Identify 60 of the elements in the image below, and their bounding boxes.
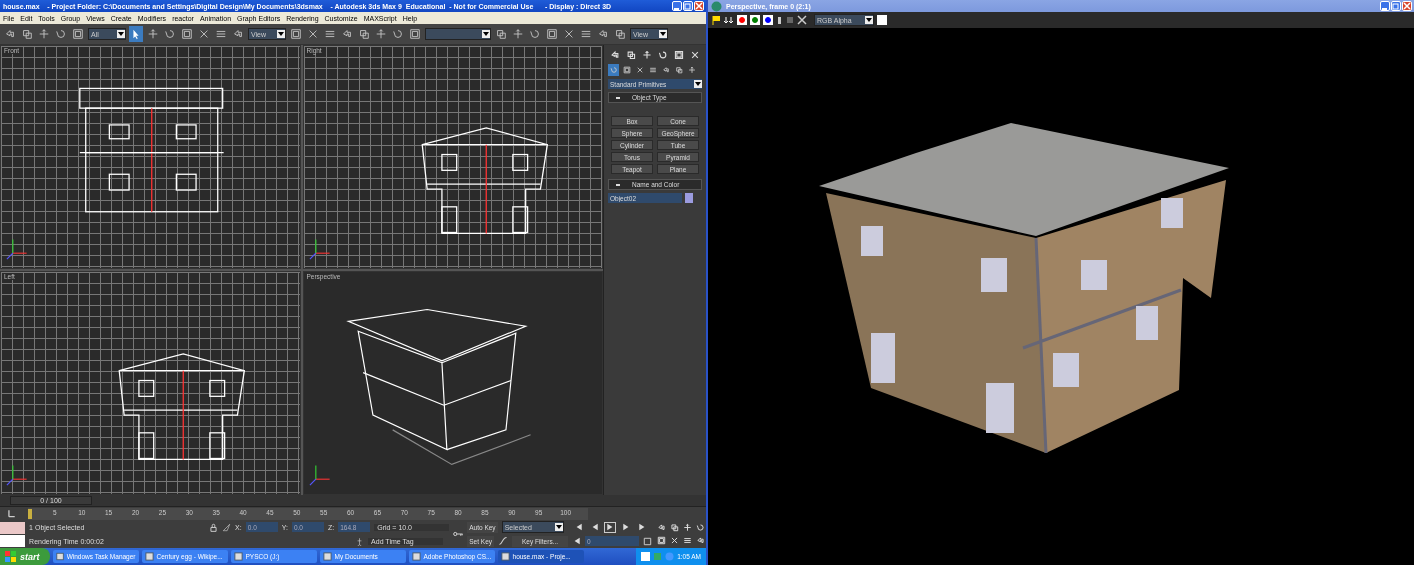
windows-flag-icon	[5, 551, 17, 562]
dropdown-arrow-icon	[482, 30, 490, 38]
axis-tripod-icon	[308, 464, 330, 486]
curve-icon	[6, 509, 16, 518]
frame-marker-icon	[28, 508, 32, 519]
application-icon	[411, 552, 421, 561]
axis-tripod-icon	[6, 464, 28, 486]
dropdown-arrow-icon	[865, 16, 873, 24]
go-to-end-icon	[637, 523, 647, 531]
key-mode-toggle-icon[interactable]	[572, 537, 581, 545]
start-button[interactable]: start	[0, 548, 50, 565]
dropdown-arrow-icon	[277, 30, 285, 38]
close-icon	[695, 2, 703, 10]
undo-icon	[4, 28, 16, 40]
axis-tripod-icon	[6, 238, 28, 260]
application-icon	[500, 552, 510, 561]
restore-button[interactable]	[683, 1, 693, 11]
lock-icon[interactable]	[209, 522, 219, 532]
application-icon	[144, 552, 154, 561]
color-swatch[interactable]	[877, 15, 887, 25]
close-button[interactable]	[1402, 1, 1412, 11]
close-icon	[1403, 2, 1411, 10]
minimize-button[interactable]	[672, 1, 682, 11]
monochrome-icon[interactable]	[776, 15, 783, 25]
transform-mode-icon[interactable]	[222, 522, 232, 532]
walk-icon[interactable]	[355, 536, 365, 546]
time-configuration-icon[interactable]	[643, 536, 652, 546]
clone-icon[interactable]	[724, 15, 734, 25]
square-icon[interactable]	[786, 16, 794, 24]
collapse-icon	[616, 96, 620, 99]
dropdown-arrow-icon	[659, 30, 667, 38]
channel-toggle[interactable]	[763, 15, 773, 25]
axis-tripod-icon	[308, 238, 330, 260]
select-object-button[interactable]	[129, 26, 143, 42]
named-selection-field[interactable]	[425, 28, 491, 40]
application-icon	[322, 552, 332, 561]
play-icon	[605, 523, 615, 531]
collapse-icon	[616, 183, 620, 186]
restore-button[interactable]	[1391, 1, 1401, 11]
flag-icon[interactable]	[712, 15, 721, 25]
minimize-button[interactable]	[1380, 1, 1390, 11]
application-icon	[233, 552, 243, 561]
object-color-swatch[interactable]	[685, 193, 693, 203]
channel-toggle[interactable]	[737, 15, 747, 25]
listener-output[interactable]	[0, 534, 26, 547]
application-icon	[55, 552, 64, 561]
help-icon[interactable]	[641, 552, 651, 561]
restore-icon	[684, 2, 692, 10]
listener-input[interactable]	[0, 521, 26, 534]
channel-toggle[interactable]	[750, 15, 760, 25]
play-button[interactable]	[604, 521, 616, 533]
restore-icon	[1392, 2, 1400, 10]
dropdown-arrow-icon	[117, 30, 125, 38]
key-curve-icon[interactable]	[498, 536, 508, 546]
clear-icon[interactable]	[797, 15, 807, 25]
close-button[interactable]	[694, 1, 704, 11]
next-frame-icon	[621, 523, 631, 531]
dropdown-arrow-icon	[554, 523, 563, 531]
dropdown-arrow-icon	[694, 80, 702, 88]
app-icon	[711, 0, 722, 12]
